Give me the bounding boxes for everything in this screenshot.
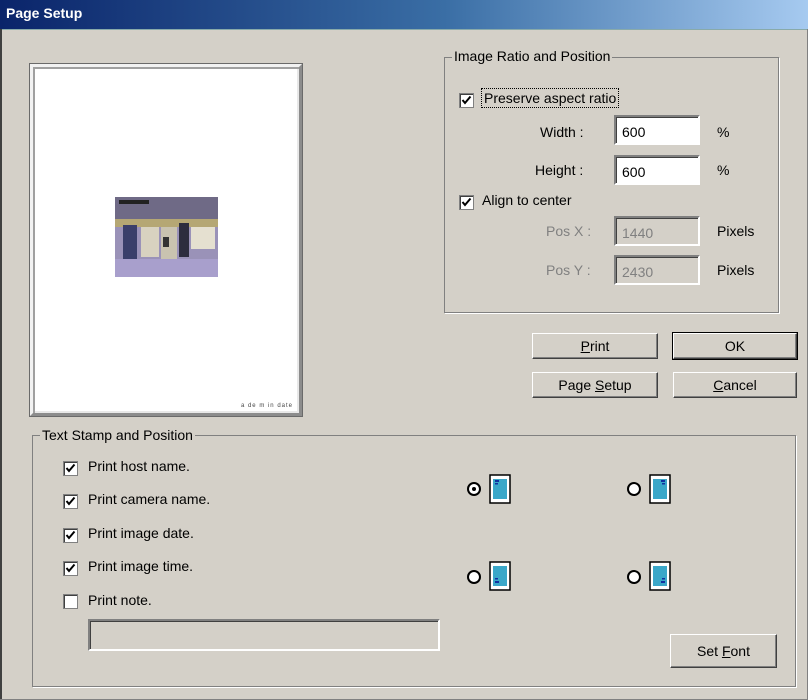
page-setup-button-label: Page (558, 377, 595, 393)
page-setup-button-label-rest: etup (604, 377, 632, 393)
page-top-left-icon (489, 474, 511, 504)
preserve-aspect-checkbox[interactable] (459, 93, 474, 108)
host-name-label[interactable]: Print host name. (88, 458, 190, 474)
width-unit: % (717, 124, 730, 140)
image-time-checkbox[interactable] (63, 561, 78, 576)
window-frame (0, 29, 2, 700)
align-center-label[interactable]: Align to center (482, 192, 572, 208)
align-center-checkbox[interactable] (459, 195, 474, 210)
camera-name-label[interactable]: Print camera name. (88, 491, 210, 507)
height-field[interactable]: 600 (614, 155, 700, 185)
position-top-left-radio[interactable] (467, 482, 481, 496)
print-button-mnemonic: P (580, 338, 590, 354)
pos-x-field[interactable]: 1440 (614, 216, 700, 246)
preview-footer-text: a de m in date (240, 403, 293, 409)
page-top-right-icon (649, 474, 671, 504)
set-font-button-mnemonic: F (721, 643, 731, 659)
width-field[interactable]: 600 (614, 115, 700, 145)
camera-name-checkbox[interactable] (63, 494, 78, 509)
height-unit: % (717, 162, 730, 178)
pos-y-field[interactable]: 2430 (614, 255, 700, 285)
width-label: Width : (540, 124, 584, 140)
image-date-label[interactable]: Print image date. (88, 525, 194, 541)
pos-x-label: Pos X : (546, 223, 592, 239)
page-setup-button[interactable]: Page Setup (532, 372, 658, 398)
host-name-checkbox[interactable] (63, 461, 78, 476)
title-bar: Page Setup (0, 0, 808, 30)
print-button-label-rest: rint (589, 338, 610, 354)
note-checkbox[interactable] (63, 594, 78, 609)
cancel-button[interactable]: Cancel (673, 372, 797, 398)
note-label[interactable]: Print note. (88, 592, 152, 608)
radio-selected-dot (472, 487, 476, 491)
page-setup-button-mnemonic: S (595, 377, 605, 393)
position-bottom-right-radio[interactable] (627, 570, 641, 584)
print-preview: a de m in date (30, 64, 302, 416)
text-stamp-title: Text Stamp and Position (40, 427, 195, 443)
pos-y-label: Pos Y : (546, 262, 591, 278)
preview-image (115, 197, 218, 277)
height-label: Height : (535, 162, 584, 178)
cancel-button-label-rest: ancel (723, 377, 757, 393)
set-font-button[interactable]: Set Font (670, 634, 777, 668)
window-title: Page Setup (6, 5, 83, 21)
position-bottom-left-radio[interactable] (467, 570, 481, 584)
image-time-label[interactable]: Print image time. (88, 558, 193, 574)
print-button[interactable]: Print (532, 333, 658, 359)
pos-x-unit: Pixels (717, 223, 755, 239)
note-field[interactable] (88, 619, 440, 651)
image-date-checkbox[interactable] (63, 528, 78, 543)
set-font-button-label: Set (697, 643, 722, 659)
ok-button[interactable]: OK (672, 332, 798, 360)
page-bottom-right-icon (649, 561, 671, 591)
image-ratio-title: Image Ratio and Position (452, 48, 613, 64)
ok-button-label: OK (724, 338, 746, 354)
cancel-button-mnemonic: C (713, 377, 724, 393)
preserve-aspect-label[interactable]: Preserve aspect ratio (480, 88, 620, 108)
pos-y-unit: Pixels (717, 262, 755, 278)
position-top-right-radio[interactable] (627, 482, 641, 496)
page-bottom-left-icon (489, 561, 511, 591)
set-font-button-label-rest: ont (730, 643, 750, 659)
